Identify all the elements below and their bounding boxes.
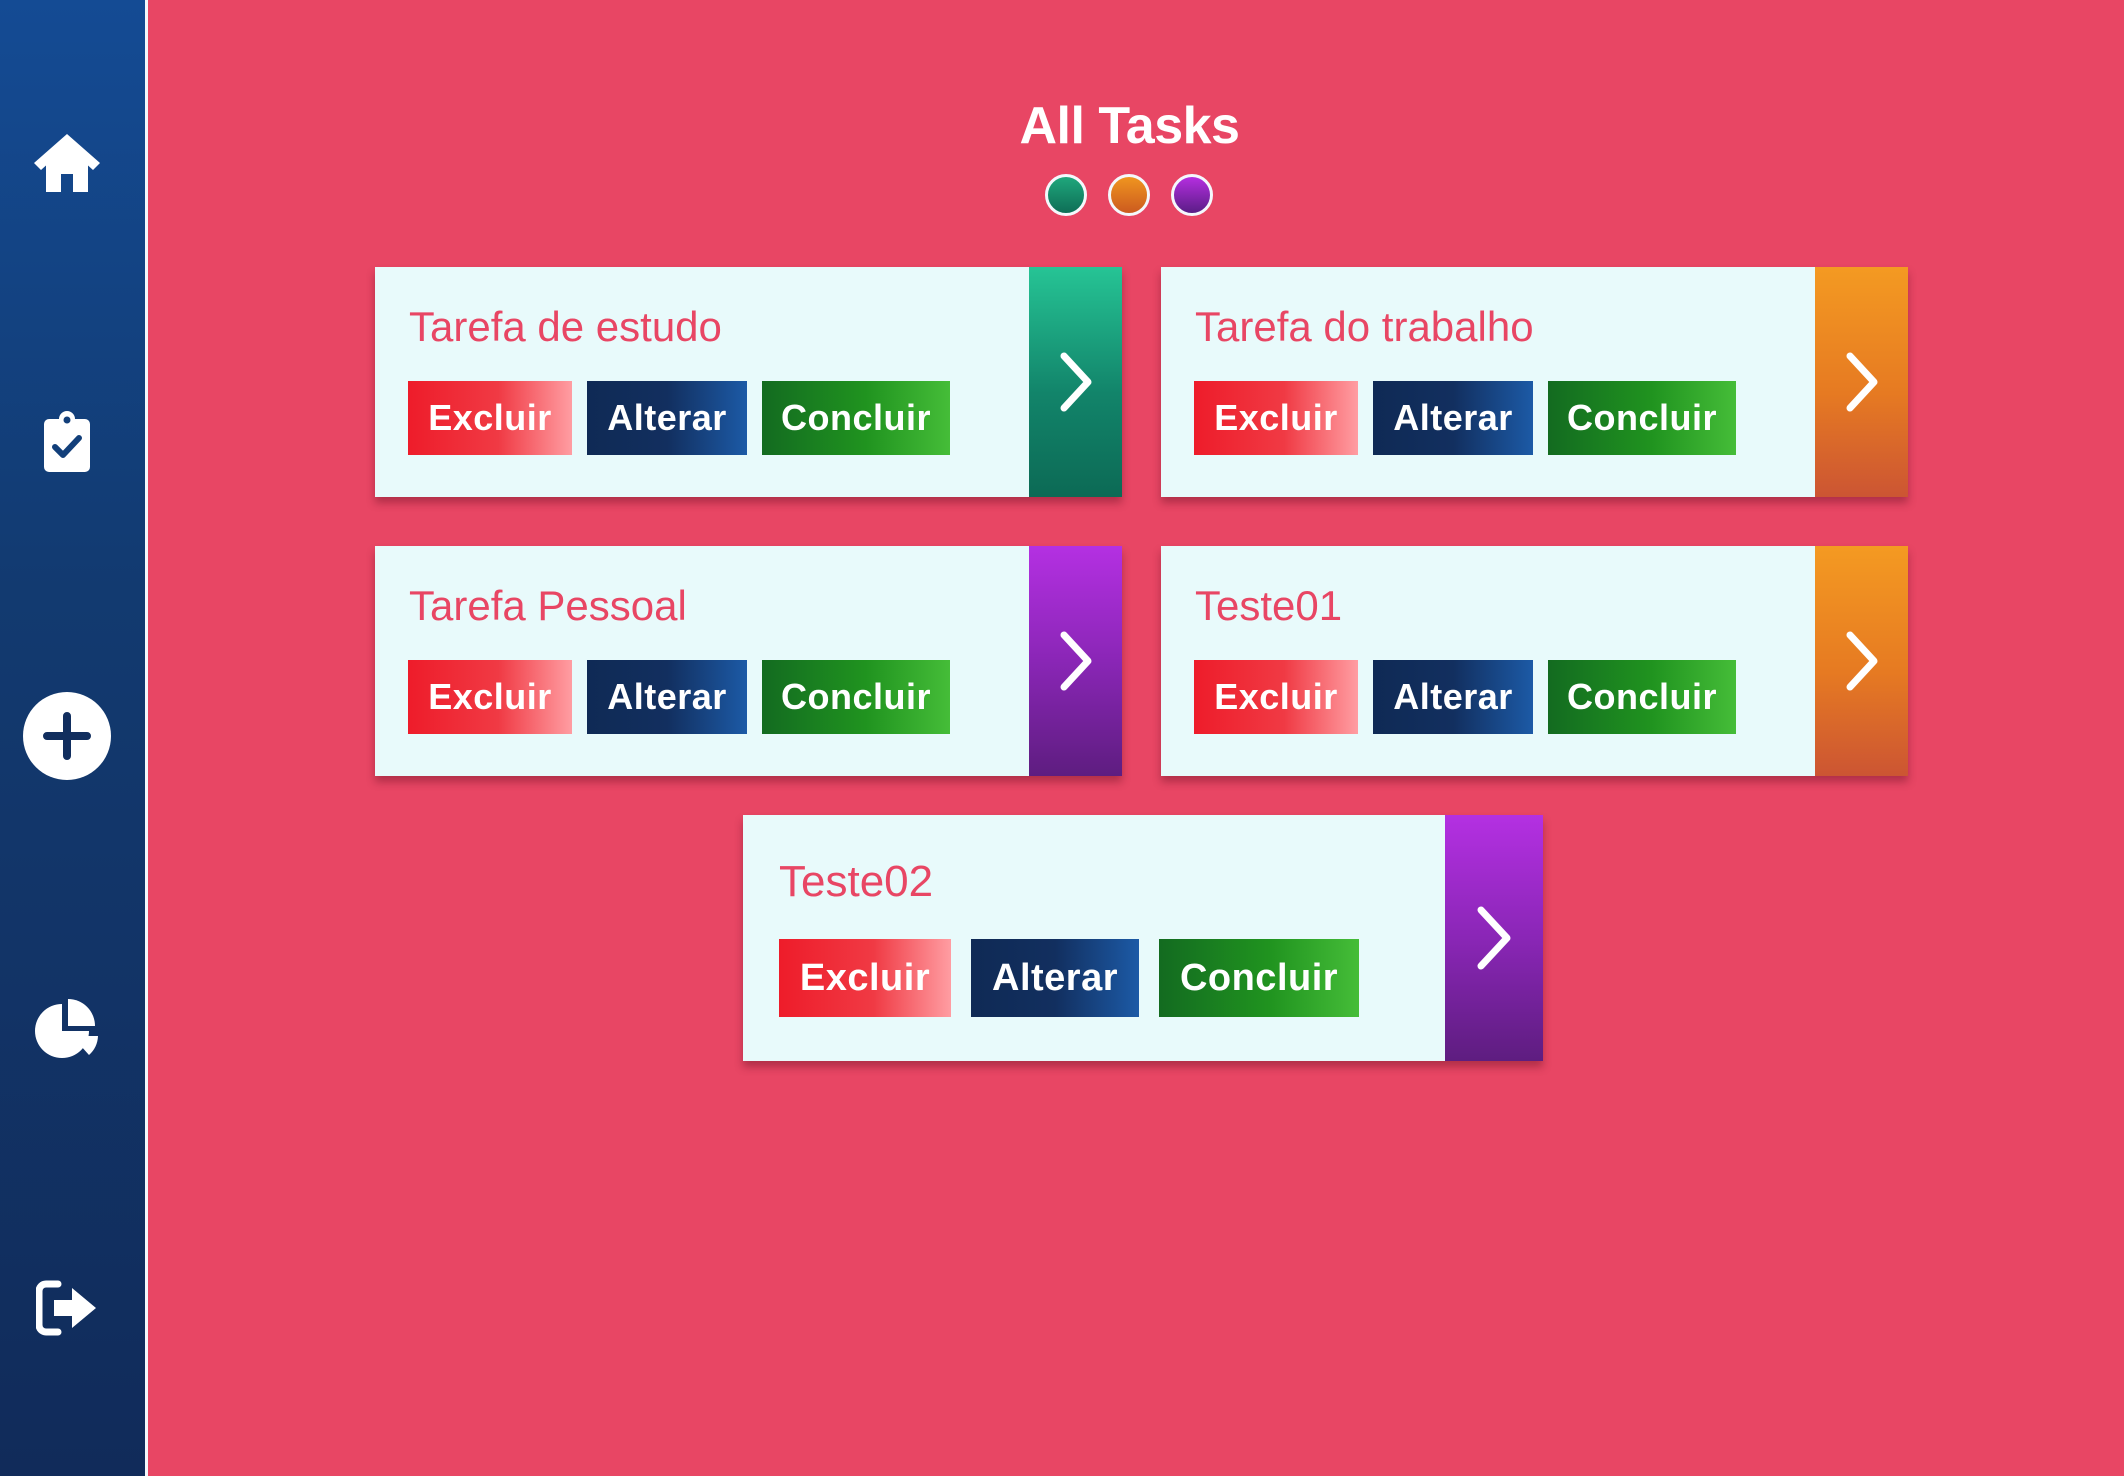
open-task-button[interactable] [1815,546,1908,776]
task-title: Teste02 [779,857,934,906]
open-task-button[interactable] [1029,267,1122,497]
delete-button[interactable]: Excluir [408,381,572,455]
task-card: Teste01 Excluir Alterar Concluir [1161,546,1908,776]
nav-stats[interactable] [0,974,134,1084]
filter-green[interactable] [1044,174,1087,216]
open-task-button[interactable] [1029,546,1122,776]
category-filters [142,174,2115,216]
chevron-right-icon [1846,631,1877,691]
edit-button[interactable]: Alterar [1373,381,1533,455]
delete-button[interactable]: Excluir [779,939,951,1017]
open-task-button[interactable] [1815,267,1908,497]
delete-button[interactable]: Excluir [1194,381,1358,455]
task-title: Teste01 [1195,582,1343,629]
chevron-right-icon [1846,352,1877,412]
task-card: Tarefa do trabalho Excluir Alterar Concl… [1161,267,1908,497]
edit-button[interactable]: Alterar [971,939,1139,1017]
open-task-button[interactable] [1445,815,1543,1061]
page-title: All Tasks [1019,97,1240,155]
delete-button[interactable]: Excluir [1194,660,1358,734]
pie-chart-icon [35,999,98,1058]
sidebar [0,0,148,1476]
delete-button[interactable]: Excluir [408,660,572,734]
complete-button[interactable]: Concluir [1159,939,1359,1017]
nav-add-task[interactable] [0,681,134,791]
chevron-right-icon [1060,352,1091,412]
task-card: Teste02 Excluir Alterar Concluir [743,815,1543,1061]
chevron-right-icon [1477,906,1511,970]
task-title: Tarefa do trabalho [1195,303,1534,350]
plus-circle-icon [23,692,111,780]
edit-button[interactable]: Alterar [587,660,747,734]
clipboard-check-icon [44,411,90,472]
home-icon [34,134,100,192]
main-content: All Tasks Tarefa de estudo Excluir Alter… [151,0,2124,1476]
sign-out-icon [36,1280,96,1336]
complete-button[interactable]: Concluir [762,381,950,455]
complete-button[interactable]: Concluir [1548,381,1736,455]
complete-button[interactable]: Concluir [1548,660,1736,734]
nav-logout[interactable] [0,1253,134,1363]
nav-home[interactable] [0,107,134,217]
filter-orange[interactable] [1107,174,1150,216]
task-title: Tarefa de estudo [409,303,722,350]
edit-button[interactable]: Alterar [587,381,747,455]
task-title: Tarefa Pessoal [409,582,687,629]
edit-button[interactable]: Alterar [1373,660,1533,734]
nav-tasks[interactable] [0,387,134,497]
complete-button[interactable]: Concluir [762,660,950,734]
filter-purple[interactable] [1170,174,1213,216]
chevron-right-icon [1060,631,1091,691]
task-card: Tarefa de estudo Excluir Alterar Conclui… [375,267,1122,497]
task-card: Tarefa Pessoal Excluir Alterar Concluir [375,546,1122,776]
